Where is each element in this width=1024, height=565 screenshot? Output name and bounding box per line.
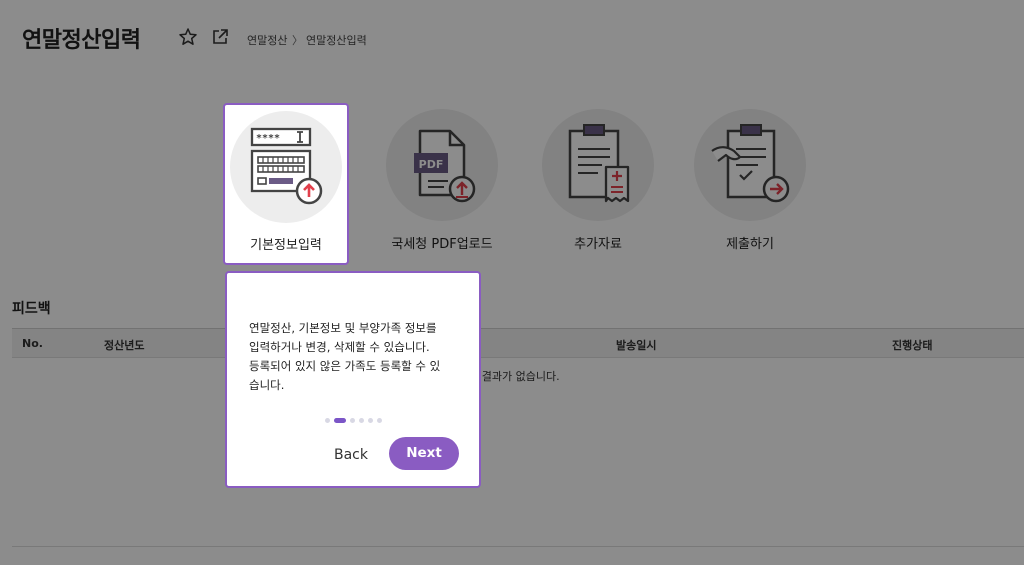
tour-tooltip: 연말정산, 기본정보 및 부양가족 정보를 입력하거나 변경, 삭제할 수 있습… [225,271,481,488]
tooltip-line: 입력하거나 변경, 삭제할 수 있습니다. [249,340,430,354]
step-dot [325,418,330,423]
keyboard-form-icon: **** [250,127,323,205]
step-dot [350,418,355,423]
tooltip-text: 연말정산, 기본정보 및 부양가족 정보를 입력하거나 변경, 삭제할 수 있습… [249,319,464,395]
step-dot [334,418,346,423]
step-basic-info[interactable]: **** 기본정보입력 [223,103,349,265]
svg-text:****: **** [256,133,280,144]
step-dot [377,418,382,423]
tooltip-line: 등록되어 있지 않은 가족도 등록할 수 있 [249,359,441,373]
next-button[interactable]: Next [389,437,459,470]
tooltip-line: 연말정산, 기본정보 및 부양가족 정보를 [249,321,437,335]
back-button[interactable]: Back [327,443,375,467]
tour-overlay[interactable] [0,0,1024,565]
step-dot [359,418,364,423]
step-dot [368,418,373,423]
tooltip-line: 습니다. [249,378,285,392]
step-label: 기본정보입력 [250,238,322,253]
